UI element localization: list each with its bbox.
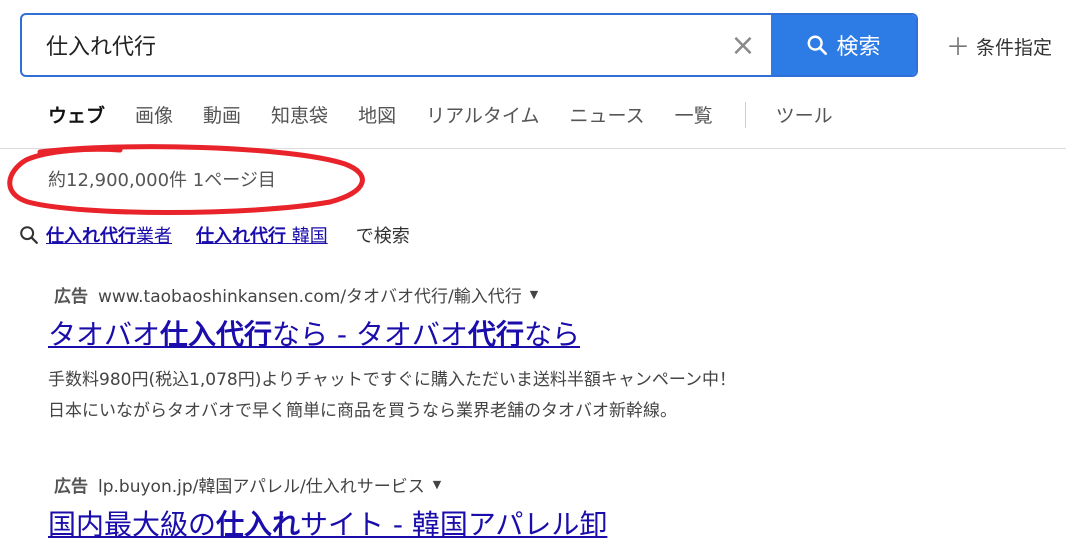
ad-url: lp.buyon.jp/韓国アパレル/仕入れサービス — [98, 477, 425, 497]
related-search-suffix: で検索 — [355, 226, 410, 247]
conditions-button[interactable]: ＋ 条件指定 — [946, 33, 1052, 60]
ad-result: 広告 www.taobaoshinkansen.com/タオバオ代行/輸入代行 … — [48, 282, 736, 427]
caret-down-icon[interactable]: ▼ — [530, 288, 538, 301]
search-icon — [20, 226, 38, 244]
related-search-link[interactable]: 仕入れ代行 韓国 — [196, 222, 328, 248]
search-tabs: ウェブ 画像 動画 知恵袋 地図 リアルタイム ニュース 一覧 ツール — [48, 101, 863, 128]
clear-button[interactable]: × — [715, 15, 771, 75]
ad-badge: 広告 — [54, 287, 88, 307]
ad-badge: 広告 — [54, 477, 88, 497]
plus-icon: ＋ — [946, 32, 970, 61]
conditions-label: 条件指定 — [976, 37, 1053, 59]
search-icon — [808, 35, 828, 55]
tab-realtime[interactable]: リアルタイム — [426, 101, 539, 128]
related-searches: 仕入れ代行業者 仕入れ代行 韓国 で検索 — [18, 222, 410, 248]
tab-news[interactable]: ニュース — [570, 101, 645, 128]
tab-tools[interactable]: ツール — [776, 101, 833, 128]
red-circle-annotation — [7, 144, 365, 215]
ad-result: 広告 lp.buyon.jp/韓国アパレル/仕入れサービス ▼ 国内最大級の仕入… — [48, 472, 607, 543]
caret-down-icon[interactable]: ▼ — [433, 478, 441, 491]
related-search-link[interactable]: 仕入れ代行業者 — [46, 222, 172, 248]
search-button[interactable]: 検索 — [771, 15, 916, 75]
tab-list[interactable]: 一覧 — [675, 101, 713, 128]
search-input[interactable] — [22, 15, 715, 75]
search-button-label: 検索 — [836, 35, 881, 60]
tab-images[interactable]: 画像 — [135, 101, 173, 128]
search-bar: × 検索 — [20, 13, 918, 77]
ad-description: 手数料980円(税込1,078円)よりチャットですぐに購入ただいま送料半額キャン… — [48, 370, 737, 421]
tab-map[interactable]: 地図 — [358, 101, 396, 128]
ad-title-link[interactable]: タオバオ仕入代行なら - タオバオ代行なら — [48, 313, 736, 353]
tab-web[interactable]: ウェブ — [48, 101, 105, 128]
tab-chiebukuro[interactable]: 知恵袋 — [271, 101, 328, 128]
tab-videos[interactable]: 動画 — [203, 101, 241, 128]
close-icon: × — [730, 27, 756, 63]
ad-title-link[interactable]: 国内最大級の仕入れサイト - 韓国アパレル卸 — [48, 503, 607, 543]
ad-url: www.taobaoshinkansen.com/タオバオ代行/輸入代行 — [98, 287, 522, 307]
tab-divider — [744, 101, 746, 128]
